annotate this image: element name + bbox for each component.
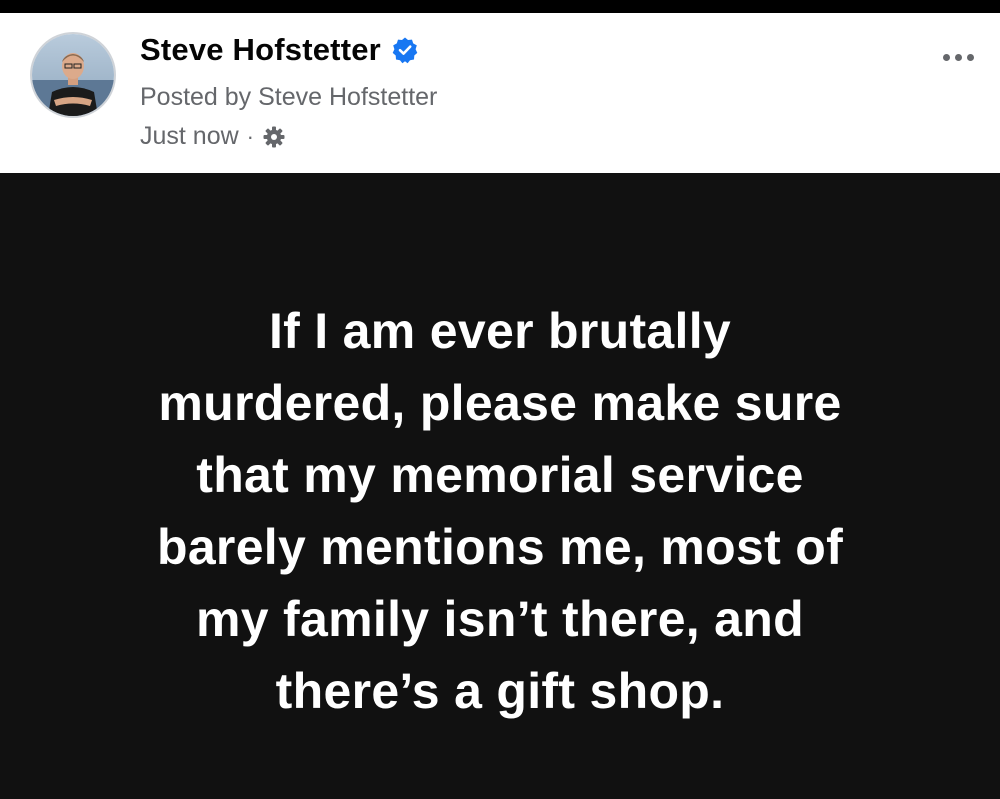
author-avatar[interactable] bbox=[30, 32, 116, 118]
screenshot-frame: Steve Hofstetter Posted by Steve Hofstet… bbox=[0, 0, 1000, 799]
top-edge-bar bbox=[0, 0, 1000, 13]
post-text-line: that my memorial service bbox=[196, 447, 804, 503]
post-text: If I am ever brutally murdered, please m… bbox=[40, 295, 960, 727]
post-text-line: murdered, please make sure bbox=[158, 375, 842, 431]
more-dot bbox=[954, 53, 962, 61]
more-dot bbox=[966, 53, 974, 61]
more-options-icon[interactable] bbox=[936, 45, 980, 69]
posted-by-label: Posted by Steve Hofstetter bbox=[140, 83, 438, 111]
avatar-photo bbox=[32, 34, 114, 116]
author-name[interactable]: Steve Hofstetter bbox=[140, 32, 381, 68]
more-dot bbox=[942, 53, 950, 61]
post-text-line: my family isn’t there, and bbox=[196, 591, 804, 647]
post-text-line: there’s a gift shop. bbox=[275, 663, 725, 719]
verified-badge-icon bbox=[391, 36, 419, 64]
post-body: If I am ever brutally murdered, please m… bbox=[0, 173, 1000, 799]
post-timestamp[interactable]: Just now bbox=[140, 122, 239, 151]
post-text-line: If I am ever brutally bbox=[268, 303, 732, 359]
post-header: Steve Hofstetter Posted by Steve Hofstet… bbox=[0, 13, 1000, 173]
post-text-line: barely mentions me, most of bbox=[156, 519, 844, 575]
meta-separator: · bbox=[246, 123, 254, 149]
gear-icon[interactable] bbox=[262, 125, 286, 149]
post-meta-row: Just now · bbox=[140, 122, 286, 151]
author-name-row: Steve Hofstetter bbox=[140, 32, 419, 68]
